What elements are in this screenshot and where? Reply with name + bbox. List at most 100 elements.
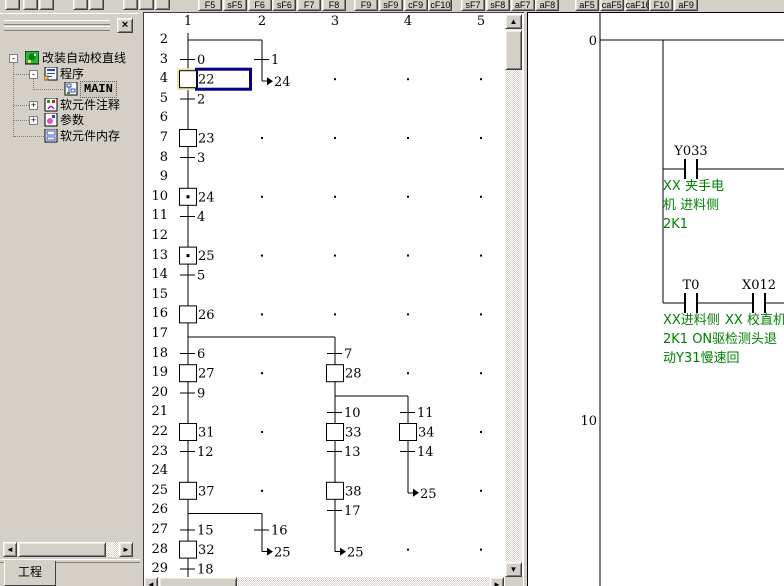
sfc-step-38[interactable]: 38 <box>327 482 362 499</box>
sfc-transition-5[interactable]: 5 <box>180 269 205 284</box>
svg-text:6: 6 <box>197 347 205 362</box>
fkey-button-aF5[interactable]: aF5 <box>575 0 599 11</box>
toolbar-button[interactable] <box>23 0 38 10</box>
toolbar-button[interactable] <box>123 0 138 10</box>
fkey-button-aF9[interactable]: aF9 <box>674 0 698 11</box>
plus-expander-icon[interactable]: + <box>29 116 38 125</box>
fkey-button-F9[interactable]: F9 <box>354 0 378 11</box>
sfc-transition-15[interactable]: 15 <box>180 524 214 539</box>
toolbar-button[interactable] <box>39 0 54 10</box>
ladder-contact-T0[interactable]: T0 <box>683 278 700 313</box>
sfc-transition-1[interactable]: 1 <box>254 53 279 68</box>
sfc-jump-24[interactable]: 24 <box>262 75 291 90</box>
sfc-step-22[interactable]: 22 <box>178 69 251 89</box>
fkey-button-caF5[interactable]: caF5 <box>600 0 624 11</box>
toolbar-button[interactable] <box>5 0 20 10</box>
fkey-button-sF5[interactable]: sF5 <box>223 0 247 11</box>
project-tree-hscrollbar[interactable]: ◄► <box>3 542 133 557</box>
sfc-step-26[interactable]: 26 <box>180 306 215 323</box>
toolbar-button[interactable] <box>155 0 170 10</box>
sfc-transition-18[interactable]: 18 <box>180 563 214 577</box>
toolbar-grip-handle[interactable] <box>4 26 110 31</box>
tree-item-label[interactable]: 软元件注释 <box>60 98 120 113</box>
scroll-left-icon[interactable]: ◄ <box>3 542 17 557</box>
sfc-step-25[interactable]: 25 <box>180 247 215 264</box>
tree-item-node3[interactable]: + 软元件注释 <box>2 98 137 113</box>
fkey-button-sF8[interactable]: sF8 <box>486 0 510 11</box>
tree-item-label[interactable]: 程序 <box>60 67 84 82</box>
tree-item-node5[interactable]: 软元件内存 <box>2 129 137 144</box>
sfc-step-33[interactable]: 33 <box>327 424 362 441</box>
fkey-button-aF7[interactable]: aF7 <box>511 0 535 11</box>
scroll-down-icon[interactable]: ▼ <box>505 562 522 577</box>
sfc-transition-9[interactable]: 9 <box>180 386 205 401</box>
fkey-button-cF9[interactable]: cF9 <box>404 0 428 11</box>
sfc-jump-25[interactable]: 25 <box>335 546 364 561</box>
sfc-transition-17[interactable]: 17 <box>327 504 361 519</box>
tree-item-node1[interactable]: - 程序 <box>2 67 137 82</box>
fkey-button-aF8[interactable]: aF8 <box>535 0 559 11</box>
sfc-transition-10[interactable]: 10 <box>327 406 361 421</box>
scroll-left-icon[interactable]: ◄ <box>144 577 158 586</box>
scroll-right-icon[interactable]: ► <box>119 542 133 557</box>
fkey-button-caF10[interactable]: caF10 <box>625 0 649 11</box>
sfc-step-24[interactable]: 24 <box>180 188 215 205</box>
sfc-transition-2[interactable]: 2 <box>180 92 205 107</box>
sfc-transition-6[interactable]: 6 <box>180 347 205 362</box>
scroll-thumb[interactable] <box>159 577 237 586</box>
sfc-transition-13[interactable]: 13 <box>327 445 361 460</box>
sfc-step-37[interactable]: 37 <box>180 482 215 499</box>
fkey-button-F7[interactable]: F7 <box>297 0 321 11</box>
tree-item-node4[interactable]: + 参数 <box>2 113 137 128</box>
sfc-hscrollbar[interactable]: ◄► <box>144 577 504 586</box>
toolbar-button[interactable] <box>73 0 88 10</box>
ladder-contact-Y033[interactable]: Y033 <box>673 144 707 179</box>
tab-project[interactable]: 工程 <box>4 561 56 586</box>
sfc-transition-14[interactable]: 14 <box>400 445 434 460</box>
fkey-button-F10[interactable]: F10 <box>649 0 673 11</box>
project-icon <box>25 51 39 65</box>
toolbar-grip-handle[interactable] <box>4 20 110 25</box>
fkey-button-cF10[interactable]: cF10 <box>428 0 452 11</box>
fkey-button-sF6[interactable]: sF6 <box>272 0 296 11</box>
scroll-right-icon[interactable]: ► <box>490 577 504 586</box>
ladder-contact-X012[interactable]: X012 <box>742 278 776 313</box>
tree-item-main[interactable]: MAIN <box>2 82 137 97</box>
fkey-button-F5[interactable]: F5 <box>198 0 222 11</box>
tree-item-label[interactable]: MAIN <box>80 81 117 98</box>
toolbar-button[interactable] <box>139 0 154 10</box>
tree-item-node0[interactable]: - 改装自动校直线 <box>2 51 137 66</box>
sfc-transition-7[interactable]: 7 <box>327 347 352 362</box>
scroll-thumb[interactable] <box>505 30 522 70</box>
sfc-jump-25[interactable]: 25 <box>408 487 437 502</box>
fkey-button-sF7[interactable]: sF7 <box>461 0 485 11</box>
tree-item-label[interactable]: 改装自动校直线 <box>42 51 126 66</box>
sfc-transition-12[interactable]: 12 <box>180 445 214 460</box>
sfc-step-34[interactable]: 34 <box>400 424 435 441</box>
fkey-button-F6[interactable]: F6 <box>248 0 272 11</box>
sfc-step-32[interactable]: 32 <box>180 541 215 558</box>
sfc-step-27[interactable]: 27 <box>180 365 215 382</box>
minus-expander-icon[interactable]: - <box>29 70 38 79</box>
sfc-step-31[interactable]: 31 <box>180 424 215 441</box>
tree-item-label[interactable]: 软元件内存 <box>60 129 120 144</box>
fkey-button-sF9[interactable]: sF9 <box>379 0 403 11</box>
minus-expander-icon[interactable]: - <box>9 54 18 63</box>
sfc-jump-25[interactable]: 25 <box>262 546 291 561</box>
scroll-thumb[interactable] <box>18 542 106 557</box>
sfc-transition-3[interactable]: 3 <box>180 151 205 166</box>
sfc-transition-4[interactable]: 4 <box>180 210 205 225</box>
sfc-step-23[interactable]: 23 <box>180 130 215 147</box>
plus-expander-icon[interactable]: + <box>29 101 38 110</box>
scroll-corner <box>505 577 523 586</box>
fkey-button-F8[interactable]: F8 <box>322 0 346 11</box>
sfc-vscrollbar[interactable]: ▲▼ <box>505 14 522 577</box>
close-icon[interactable]: × <box>117 18 133 33</box>
sfc-transition-0[interactable]: 0 <box>180 53 205 68</box>
toolbar-button[interactable] <box>89 0 104 10</box>
sfc-transition-16[interactable]: 16 <box>254 524 288 539</box>
sfc-transition-11[interactable]: 11 <box>400 406 434 421</box>
scroll-up-icon[interactable]: ▲ <box>505 14 522 29</box>
sfc-step-28[interactable]: 28 <box>327 365 362 382</box>
tree-item-label[interactable]: 参数 <box>60 113 84 128</box>
